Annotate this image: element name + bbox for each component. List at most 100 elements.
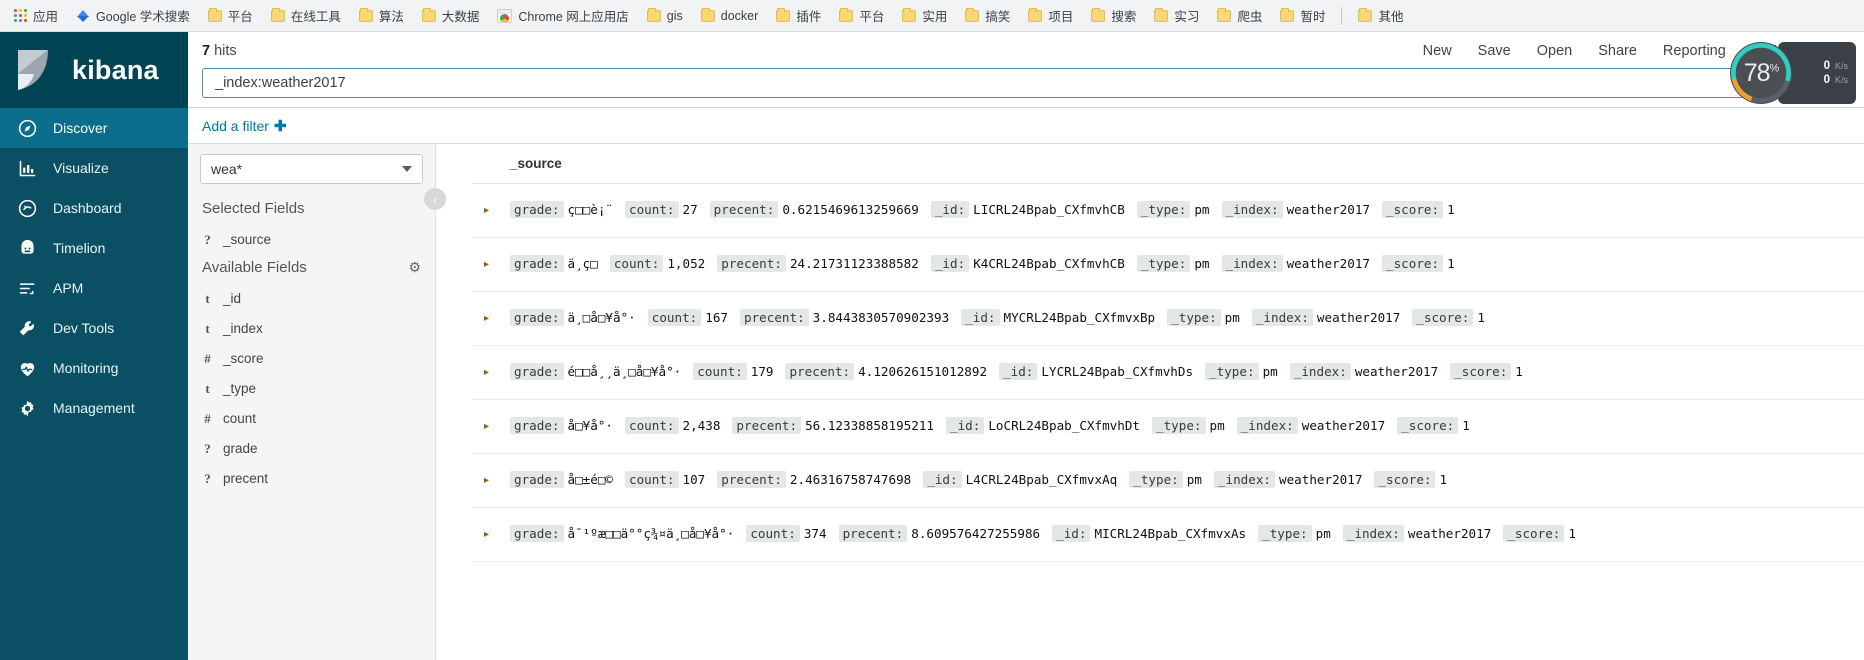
expand-row-icon[interactable]: ▸: [472, 475, 510, 486]
search-input[interactable]: [202, 68, 1850, 98]
topnav-reporting[interactable]: Reporting: [1663, 43, 1726, 59]
table-row[interactable]: ▸ grade: é□□å¸¸ä¸□å□¥å°· count: 179 precent:…: [472, 346, 1864, 400]
bookmark-item[interactable]: 暂时: [1272, 2, 1333, 29]
table-row[interactable]: ▸ grade: ä¸ç□ count: 1,052 precent: 24.217311…: [472, 238, 1864, 292]
bookmark-item[interactable]: Chrome 网上应用店: [489, 2, 636, 29]
doc-field-value: å□¥å°·: [567, 418, 614, 434]
expand-row-icon[interactable]: ▸: [472, 205, 510, 216]
gear-icon[interactable]: ⚙: [408, 259, 421, 276]
field-type-icon: #: [204, 351, 211, 366]
doc-field-value: 1: [1462, 418, 1470, 434]
expand-row-icon[interactable]: ▸: [472, 421, 510, 432]
bookmark-item[interactable]: 实习: [1146, 2, 1207, 29]
doc-field-key: _id:: [999, 363, 1038, 381]
bookmark-item[interactable]: 爬虫: [1209, 2, 1270, 29]
doc-field-key: count:: [693, 363, 747, 381]
bookmark-item[interactable]: 平台: [831, 2, 892, 29]
sidebar-item-label: Monitoring: [53, 360, 119, 376]
selected-fields-heading: Selected Fields: [202, 200, 305, 217]
topnav-open[interactable]: Open: [1537, 43, 1572, 59]
collapse-sidebar-button[interactable]: ‹: [424, 188, 446, 210]
sidebar-item-dev-tools[interactable]: Dev Tools: [0, 308, 188, 348]
folder-icon: [207, 7, 222, 22]
table-row[interactable]: ▸ grade: å□¥å°· count: 2,438 precent: 56.1233…: [472, 400, 1864, 454]
bookmark-label: 实用: [922, 10, 948, 24]
topnav-share[interactable]: Share: [1598, 43, 1637, 59]
expand-row-icon[interactable]: ▸: [472, 529, 510, 540]
kibana-logo[interactable]: kibana: [0, 32, 188, 108]
filter-bar: Add a filter ✚: [188, 108, 1864, 144]
topnav-new[interactable]: New: [1423, 43, 1452, 59]
doc-field-value: pm: [1209, 418, 1225, 434]
topnav-save[interactable]: Save: [1478, 43, 1511, 59]
field-type-icon: t: [205, 381, 210, 396]
table-row[interactable]: ▸ grade: å□±é□© count: 107 precent: 2.4631675…: [472, 454, 1864, 508]
field-item-index[interactable]: t _index: [188, 314, 435, 344]
performance-overlay-widget: 78% ▲ 0 K/s ▼ 0 K/s: [1730, 42, 1856, 104]
doc-field-value: 167: [705, 310, 728, 326]
field-item-source[interactable]: ? _source: [188, 225, 435, 255]
doc-field-value: 8.609576427255986: [911, 526, 1041, 542]
google-scholar-icon: [76, 9, 90, 23]
doc-source-cell: grade: ä¸ç□ count: 1,052 precent: 24.21731123…: [510, 254, 1467, 274]
bookmark-item[interactable]: 应用: [6, 2, 66, 29]
sidebar-item-discover[interactable]: Discover: [0, 108, 188, 148]
folder-icon: [1358, 7, 1373, 22]
sidebar-item-apm[interactable]: APM: [0, 268, 188, 308]
sidebar-item-management[interactable]: Management: [0, 388, 188, 428]
bookmark-item[interactable]: 大数据: [414, 2, 488, 29]
doc-field-value: pm: [1194, 256, 1210, 272]
sidebar-item-label: Dev Tools: [53, 320, 115, 336]
bookmark-label: 爬虫: [1237, 10, 1263, 24]
bookmark-item[interactable]: 项目: [1020, 2, 1081, 29]
field-item-precent[interactable]: ? precent: [188, 464, 435, 494]
expand-row-icon[interactable]: ▸: [472, 259, 510, 270]
wrench-icon: [16, 317, 38, 339]
table-row[interactable]: ▸ grade: ç□□è¡¨ count: 27 precent: 0.62154696…: [472, 184, 1864, 238]
field-item-grade[interactable]: ? grade: [188, 434, 435, 464]
bookmark-item[interactable]: 算法: [351, 2, 412, 29]
doc-field-key: _index:: [1221, 201, 1283, 219]
field-item-type[interactable]: t _type: [188, 374, 435, 404]
sidebar-item-timelion[interactable]: Timelion: [0, 228, 188, 268]
bookmark-item[interactable]: 在线工具: [263, 2, 349, 29]
doc-field-value: å□±é□©: [567, 472, 614, 488]
bookmark-item[interactable]: gis: [639, 5, 691, 27]
folder-icon: [1154, 7, 1169, 22]
sidebar-item-dashboard[interactable]: Dashboard: [0, 188, 188, 228]
table-row[interactable]: ▸ grade: å¯¹ºæ□□ä°°ç¾¤ä¸□å□¥å°· count: 374 p…: [472, 508, 1864, 562]
bookmark-overflow[interactable]: 其他: [1350, 2, 1411, 29]
doc-source-cell: grade: ä¸□å□¥å°· count: 167 precent: 3.844383…: [510, 308, 1497, 328]
sidebar-item-visualize[interactable]: Visualize: [0, 148, 188, 188]
bookmark-item[interactable]: 搜索: [1083, 2, 1144, 29]
doc-field-value: ä¸ç□: [567, 256, 598, 272]
expand-row-icon[interactable]: ▸: [472, 313, 510, 324]
doc-field-value: pm: [1315, 526, 1331, 542]
apps-grid-icon: [14, 9, 27, 22]
download-speed-row: ▼ 0 K/s: [1784, 74, 1848, 86]
bookmark-item[interactable]: Google 学术搜索: [68, 2, 198, 29]
bookmark-item[interactable]: docker: [693, 5, 767, 27]
bookmark-item[interactable]: 平台: [200, 2, 261, 29]
bookmark-label: Google 学术搜索: [96, 10, 190, 24]
folder-icon: [1028, 7, 1043, 22]
doc-field-value: weather2017: [1279, 472, 1363, 488]
field-item-id[interactable]: t _id: [188, 284, 435, 314]
kibana-brand-label: kibana: [72, 54, 159, 85]
bookmark-item[interactable]: 插件: [768, 2, 829, 29]
doc-field-key: _index:: [1342, 525, 1404, 543]
index-pattern-select[interactable]: wea*: [200, 154, 423, 184]
doc-source-cell: grade: é□□å¸¸ä¸□å□¥å°· count: 179 precent: 4.…: [510, 362, 1535, 382]
doc-field-key: precent:: [838, 525, 908, 543]
folder-icon: [421, 7, 436, 22]
add-filter-button[interactable]: Add a filter ✚: [202, 117, 287, 135]
kibana-logo-icon: [14, 48, 58, 92]
field-item-count[interactable]: # count: [188, 404, 435, 434]
field-item-score[interactable]: # _score: [188, 344, 435, 374]
table-row[interactable]: ▸ grade: ä¸□å□¥å°· count: 167 precent: 3.8443…: [472, 292, 1864, 346]
sidebar-item-monitoring[interactable]: Monitoring: [0, 348, 188, 388]
expand-row-icon[interactable]: ▸: [472, 367, 510, 378]
bookmark-item[interactable]: 搞笑: [957, 2, 1018, 29]
doc-field-key: _index:: [1221, 255, 1283, 273]
bookmark-item[interactable]: 实用: [894, 2, 955, 29]
